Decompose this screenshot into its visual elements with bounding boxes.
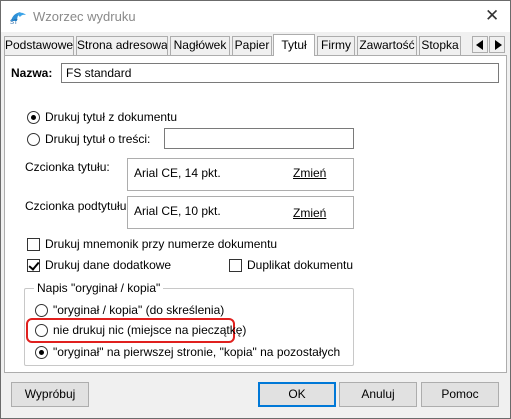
tab-naglowek[interactable]: Nagłówek [170, 36, 230, 55]
arrow-right-icon [495, 40, 502, 50]
radio-original-copy-strike[interactable] [35, 304, 48, 317]
original-copy-legend: Napis "oryginał / kopia" [34, 281, 164, 295]
tab-papier[interactable]: Papier [232, 36, 272, 55]
svg-text:ST: ST [10, 20, 18, 25]
ok-button[interactable]: OK [258, 382, 336, 407]
checkbox-additional-data[interactable] [27, 259, 40, 272]
print-nothing-label: nie drukuj nic (miejsce na pieczątkę) [53, 323, 247, 337]
radio-original-first-page[interactable] [35, 346, 48, 359]
arrow-left-icon [476, 40, 483, 50]
additional-data-label: Drukuj dane dodatkowe [45, 258, 172, 272]
window-title: Wzorzec wydruku [33, 9, 136, 24]
subtitle-font-box: Arial CE, 10 pkt. Zmień [127, 196, 354, 229]
mnemonic-label: Drukuj mnemonik przy numerze dokumentu [45, 237, 278, 251]
name-input[interactable]: FS standard [61, 63, 499, 83]
close-icon[interactable]: ✕ [485, 6, 499, 26]
tab-strona-adresowa[interactable]: Strona adresowa [76, 36, 168, 55]
subtitle-font-label: Czcionka podtytułu: [25, 199, 130, 213]
title-from-document-label: Drukuj tytuł z dokumentu [45, 110, 178, 124]
checkbox-duplicate[interactable] [229, 259, 242, 272]
tab-panel-tytul: Nazwa: FS standard Drukuj tytuł z dokume… [4, 55, 507, 373]
print-template-dialog: ST Wzorzec wydruku ✕ Podstawowe Strona a… [0, 0, 511, 419]
original-copy-strike-label: "oryginał / kopia" (do skreślenia) [53, 303, 225, 317]
tab-podstawowe[interactable]: Podstawowe [4, 36, 74, 55]
title-custom-label: Drukuj tytuł o treści: [45, 132, 151, 146]
app-logo-icon: ST [10, 12, 26, 25]
tab-strip: Podstawowe Strona adresowa Nagłówek Papi… [1, 34, 510, 56]
title-font-value: Arial CE, 14 pkt. [134, 166, 221, 180]
radio-title-custom[interactable] [27, 133, 40, 146]
change-title-font-link[interactable]: Zmień [293, 166, 326, 180]
duplicate-label: Duplikat dokumentu [247, 258, 354, 272]
radio-title-from-document[interactable] [27, 111, 40, 124]
subtitle-font-value: Arial CE, 10 pkt. [134, 204, 221, 218]
title-font-box: Arial CE, 14 pkt. Zmień [127, 158, 354, 191]
tab-zawartosc[interactable]: Zawartość [357, 36, 417, 55]
cancel-button[interactable]: Anuluj [339, 382, 417, 407]
tab-tytul[interactable]: Tytuł [273, 34, 315, 56]
help-button[interactable]: Pomoc [421, 382, 499, 407]
title-bar: ST Wzorzec wydruku ✕ [1, 1, 510, 32]
tab-scroll-right-button[interactable] [489, 36, 505, 53]
custom-title-input[interactable] [164, 128, 354, 149]
tab-stopka[interactable]: Stopka [419, 36, 461, 55]
checkbox-mnemonic[interactable] [27, 238, 40, 251]
title-font-label: Czcionka tytułu: [25, 160, 110, 174]
original-first-page-label: "oryginał" na pierwszej stronie, "kopia"… [53, 345, 341, 359]
radio-print-nothing[interactable] [35, 324, 48, 337]
name-label: Nazwa: [11, 66, 53, 80]
tab-scroll-left-button[interactable] [472, 36, 488, 53]
change-subtitle-font-link[interactable]: Zmień [293, 206, 326, 220]
tab-firmy[interactable]: Firmy [317, 36, 355, 55]
preview-button[interactable]: Wypróbuj [11, 382, 89, 407]
